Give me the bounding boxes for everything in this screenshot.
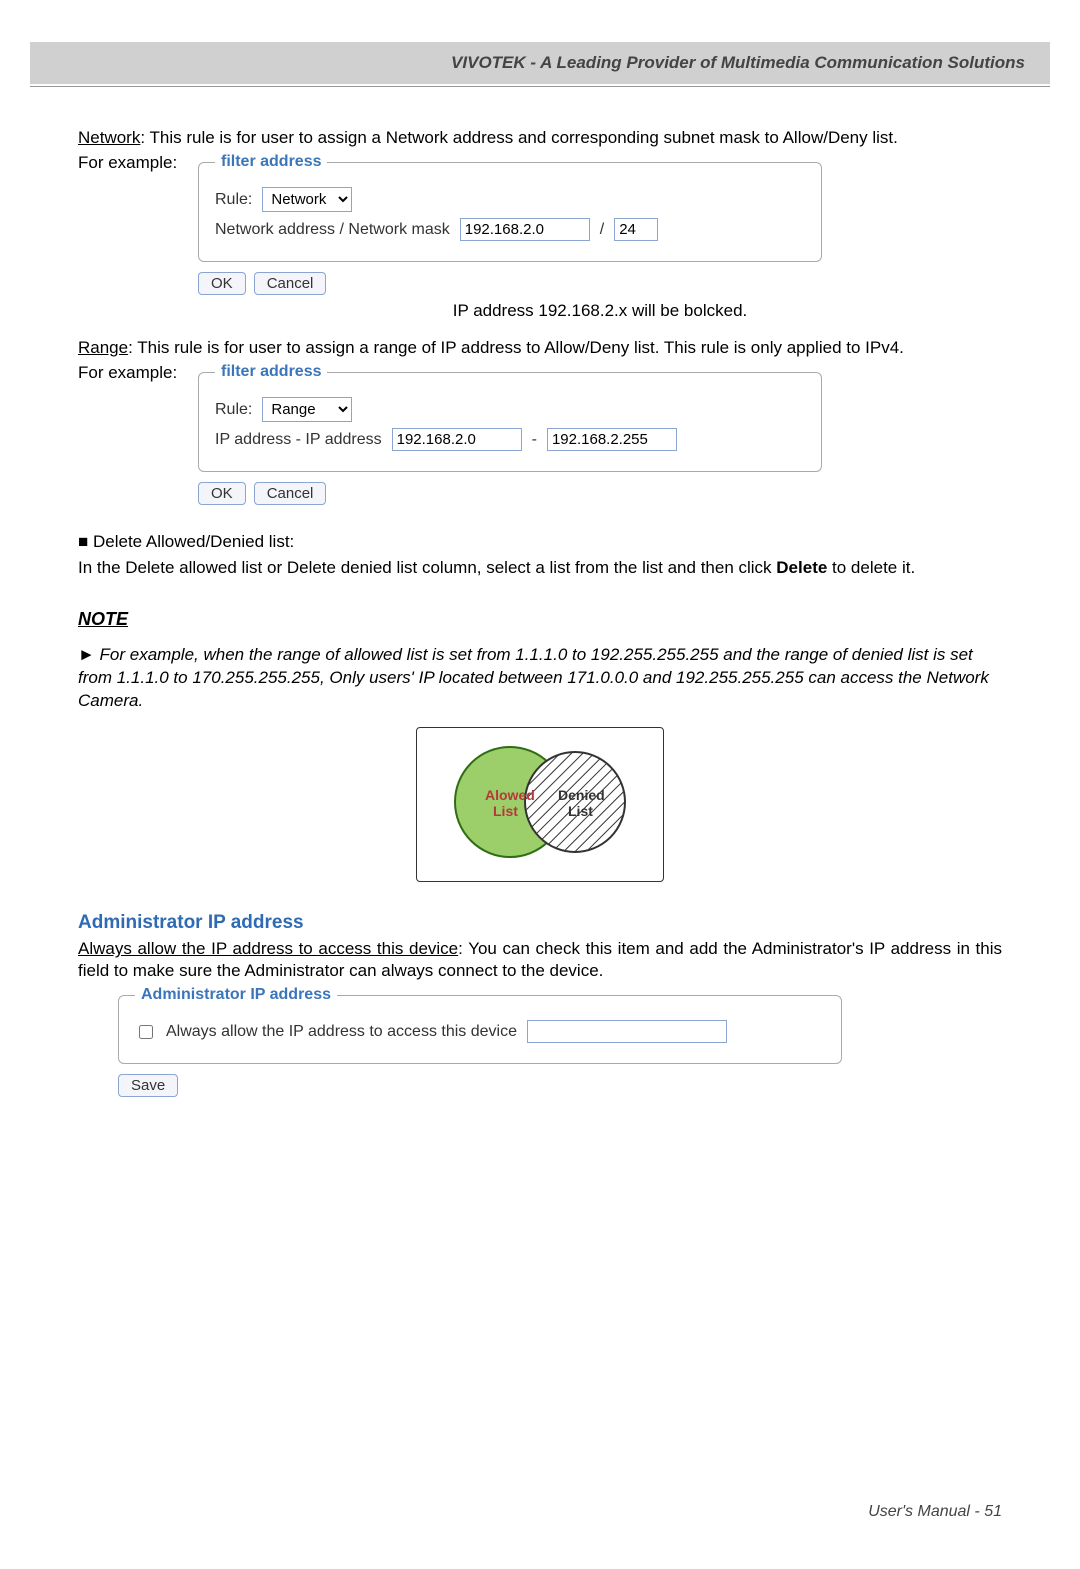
filter-address-legend: filter address (215, 153, 327, 171)
network-address-input[interactable] (460, 218, 590, 241)
venn-allowed-label: Alowed (485, 787, 535, 803)
for-example-label: For example: (78, 363, 198, 383)
header-underline (30, 86, 1050, 87)
ip-range-label: IP address - IP address (215, 431, 382, 449)
admin-ip-legend: Administrator IP address (135, 986, 337, 1004)
venn-denied-label: Denied (558, 787, 605, 803)
range-text: : This rule is for user to assign a rang… (128, 338, 904, 357)
rule-select-network[interactable]: Network (262, 187, 352, 212)
range-ip-start-input[interactable] (392, 428, 522, 451)
network-mask-label: Network address / Network mask (215, 221, 450, 239)
admin-ip-paragraph: Always allow the IP address to access th… (78, 938, 1002, 982)
cancel-button[interactable]: Cancel (254, 482, 327, 505)
network-text: : This rule is for user to assign a Netw… (140, 128, 898, 147)
note-heading: NOTE (78, 609, 1002, 630)
cancel-button[interactable]: Cancel (254, 272, 327, 295)
admin-ip-underline: Always allow the IP address to access th… (78, 939, 458, 958)
note-body: ► For example, when the range of allowed… (78, 644, 1002, 713)
network-mask-input[interactable] (614, 218, 658, 241)
for-example-label: For example: (78, 153, 198, 173)
network-rule-paragraph: Network: This rule is for user to assign… (78, 127, 1002, 149)
venn-list-label: List (493, 803, 518, 819)
admin-ip-heading: Administrator IP address (78, 912, 1002, 934)
page-header: VIVOTEK - A Leading Provider of Multimed… (30, 42, 1050, 84)
range-label: Range (78, 338, 128, 357)
slash-sep: / (600, 221, 604, 239)
filter-address-legend: filter address (215, 363, 327, 381)
ip-blocked-note: IP address 192.168.2.x will be bolcked. (198, 301, 1002, 321)
admin-ip-input[interactable] (527, 1020, 727, 1043)
ok-button[interactable]: OK (198, 272, 246, 295)
range-sep: - (532, 431, 537, 449)
rule-select-range[interactable]: Range (262, 397, 352, 422)
delete-list-body: In the Delete allowed list or Delete den… (78, 557, 1002, 579)
admin-ip-fieldset: Administrator IP address Always allow th… (118, 986, 842, 1064)
venn-list-label2: List (568, 803, 593, 819)
range-rule-paragraph: Range: This rule is for user to assign a… (78, 337, 1002, 359)
admin-ip-checkbox[interactable] (139, 1025, 153, 1039)
range-ip-end-input[interactable] (547, 428, 677, 451)
filter-address-fieldset-network: filter address Rule: Network Network add… (198, 153, 822, 262)
network-label: Network (78, 128, 140, 147)
venn-diagram: Alowed List Denied List (416, 727, 664, 882)
save-button[interactable]: Save (118, 1074, 178, 1097)
rule-label: Rule: (215, 191, 252, 209)
ok-button[interactable]: OK (198, 482, 246, 505)
delete-list-heading: ■ Delete Allowed/Denied list: (78, 531, 1002, 553)
page-footer: User's Manual - 51 (868, 1503, 1002, 1521)
rule-label: Rule: (215, 401, 252, 419)
filter-address-fieldset-range: filter address Rule: Range IP address - … (198, 363, 822, 472)
admin-ip-checkbox-label: Always allow the IP address to access th… (166, 1023, 517, 1041)
